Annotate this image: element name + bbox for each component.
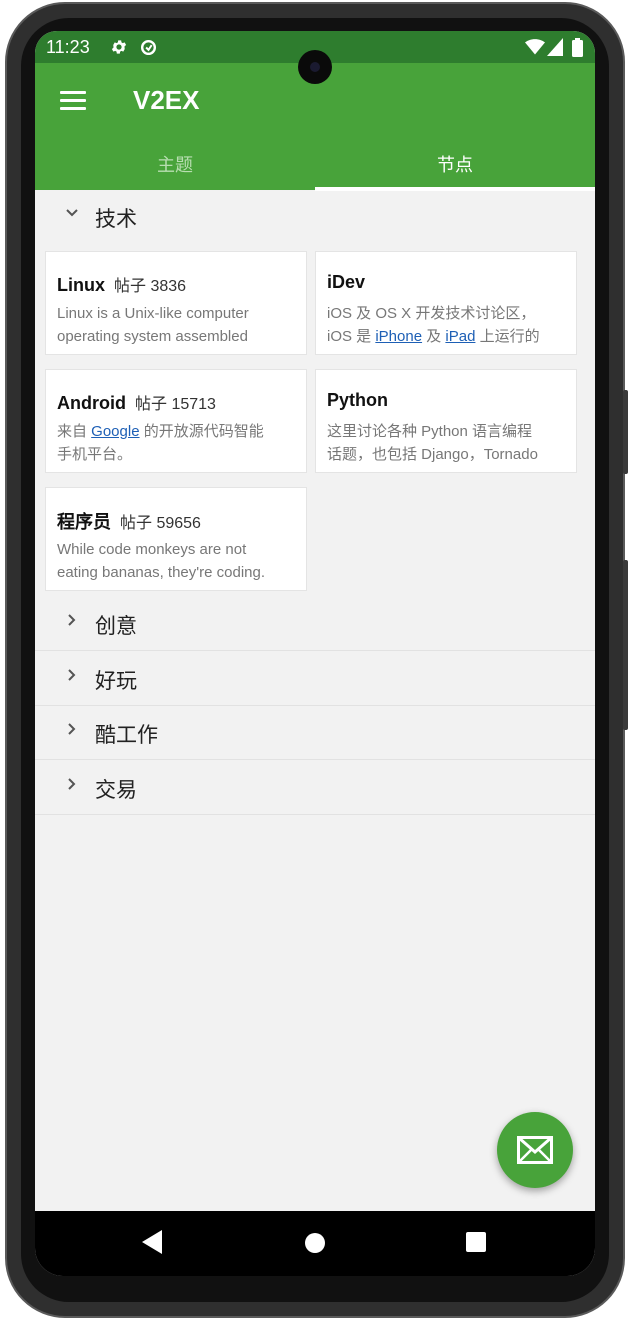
- tab-nodes[interactable]: 节点: [315, 151, 595, 190]
- battery-icon: [572, 38, 583, 57]
- node-name: Android: [57, 393, 126, 413]
- mail-icon: [517, 1136, 553, 1164]
- divider: [35, 814, 595, 815]
- node-card-android[interactable]: Android 帖子 15713 来自 Google 的开放源代码智能 手机平台。: [45, 369, 307, 473]
- volume-button: [623, 390, 628, 474]
- node-post-count: 帖子 15713: [135, 396, 216, 413]
- node-name: Linux: [57, 275, 105, 295]
- node-name: 程序员: [57, 512, 111, 532]
- node-name: Python: [327, 390, 388, 410]
- node-card-idev[interactable]: iDev iOS 及 OS X 开发技术讨论区， iOS 是 iPhone 及 …: [315, 251, 577, 355]
- node-description: While code monkeys are not eating banana…: [57, 538, 302, 584]
- desc-line: Linux is a Unix-like computer: [57, 305, 249, 322]
- desc-text: iOS 是: [327, 328, 376, 345]
- chevron-right-icon: [65, 613, 79, 627]
- node-post-count: 帖子 59656: [120, 515, 201, 532]
- chevron-right-icon: [65, 777, 79, 791]
- desc-line: eating bananas, they're coding.: [57, 564, 266, 581]
- section-tech[interactable]: 技术: [35, 190, 595, 244]
- tab-topics[interactable]: 主题: [35, 151, 315, 190]
- desc-text: 来自: [57, 423, 92, 440]
- desc-line: 手机平台。: [57, 446, 133, 463]
- desc-line: 这里讨论各种 Python 语言编程: [327, 423, 533, 440]
- desc-line: 来自 Google 的开放源代码智能: [57, 420, 302, 443]
- divider: [35, 650, 595, 651]
- recents-icon[interactable]: [465, 1229, 487, 1255]
- home-icon[interactable]: [304, 1229, 326, 1255]
- section-trade[interactable]: 交易: [35, 761, 595, 815]
- node-title: Python: [327, 390, 388, 411]
- data-saver-icon: [140, 39, 157, 56]
- back-icon[interactable]: [141, 1229, 163, 1255]
- node-title: iDev: [327, 272, 365, 293]
- node-description: 这里讨论各种 Python 语言编程 话题，也包括 Django，Tornado: [327, 420, 572, 466]
- section-label: 创意: [95, 614, 137, 638]
- section-label: 酷工作: [95, 723, 158, 747]
- section-label: 好玩: [95, 669, 137, 693]
- node-card-python[interactable]: Python 这里讨论各种 Python 语言编程 话题，也包括 Django，…: [315, 369, 577, 473]
- google-link[interactable]: Google: [91, 423, 139, 440]
- status-time: 11:23: [46, 37, 90, 57]
- node-title: Linux 帖子 3836: [57, 272, 186, 296]
- desc-line: operating system assembled: [57, 328, 248, 345]
- ipad-link[interactable]: iPad: [445, 328, 475, 345]
- app-title: V2EX: [133, 85, 200, 115]
- section-label: 交易: [95, 778, 137, 802]
- node-description: Linux is a Unix-like computer operating …: [57, 302, 302, 348]
- desc-line: iOS 及 OS X 开发技术讨论区，: [327, 305, 536, 322]
- node-description: iOS 及 OS X 开发技术讨论区， iOS 是 iPhone 及 iPad …: [327, 302, 572, 348]
- iphone-link[interactable]: iPhone: [375, 328, 422, 345]
- chevron-right-icon: [65, 668, 79, 682]
- system-nav-bar: [35, 1211, 595, 1276]
- chevron-right-icon: [65, 722, 79, 736]
- divider: [35, 759, 595, 760]
- node-title: 程序员 帖子 59656: [57, 508, 201, 534]
- node-description: 来自 Google 的开放源代码智能 手机平台。: [57, 420, 302, 466]
- desc-text: 及: [422, 328, 446, 345]
- wifi-icon: [525, 39, 545, 55]
- section-creative[interactable]: 创意: [35, 597, 595, 651]
- compose-fab[interactable]: [497, 1112, 573, 1188]
- front-camera: [298, 50, 332, 84]
- desc-line: 话题，也包括 Django，Tornado: [327, 446, 538, 463]
- power-button: [623, 560, 628, 730]
- node-post-count: 帖子 3836: [114, 278, 187, 295]
- section-fun[interactable]: 好玩: [35, 652, 595, 706]
- menu-icon[interactable]: [60, 91, 86, 111]
- desc-text: 上运行的: [475, 328, 540, 345]
- node-title: Android 帖子 15713: [57, 390, 216, 414]
- desc-text: 的开放源代码智能: [139, 423, 264, 440]
- desc-line: While code monkeys are not: [57, 541, 247, 558]
- section-jobs[interactable]: 酷工作: [35, 706, 595, 760]
- signal-icon: [547, 38, 563, 56]
- node-card-linux[interactable]: Linux 帖子 3836 Linux is a Unix-like comput…: [45, 251, 307, 355]
- node-card-programmer[interactable]: 程序员 帖子 59656 While code monkeys are not e…: [45, 487, 307, 591]
- settings-gear-icon: [111, 40, 127, 54]
- chevron-down-icon: [65, 206, 79, 220]
- phone-screen: 11:23 V2EX 主题 节点 技术 Linux 帖子 3836 Linux …: [35, 31, 595, 1276]
- section-label: 技术: [95, 207, 137, 231]
- node-name: iDev: [327, 272, 366, 292]
- desc-line: iOS 是 iPhone 及 iPad 上运行的: [327, 325, 572, 348]
